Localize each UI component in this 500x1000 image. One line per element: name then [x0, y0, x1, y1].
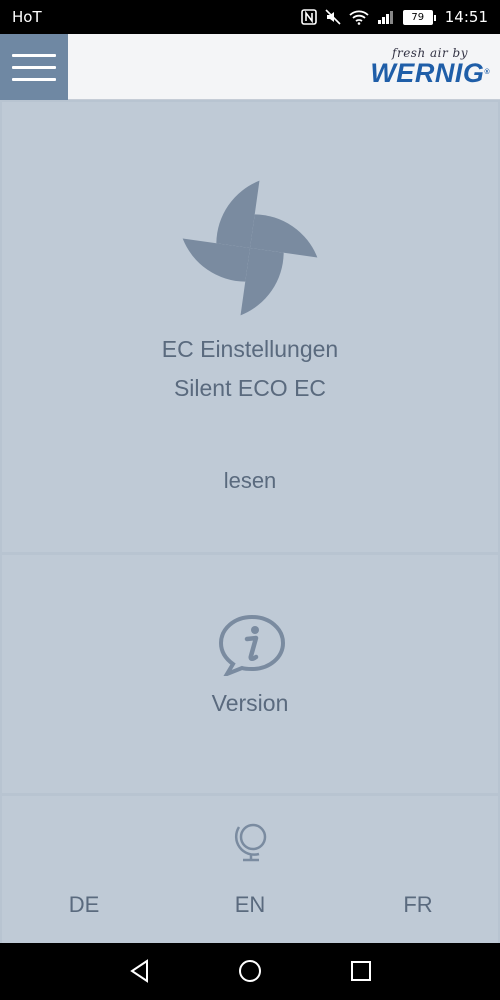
nfc-icon — [300, 9, 317, 25]
battery-icon: 79 — [402, 9, 436, 25]
status-icons: 79 14:51 — [300, 8, 488, 26]
signal-icon — [377, 9, 395, 25]
version-panel[interactable]: Version — [2, 555, 498, 793]
version-label: Version — [211, 690, 289, 716]
navigation-bar — [0, 943, 500, 1000]
app-header: fresh air by WERNIG® — [0, 34, 500, 100]
wifi-icon — [349, 9, 369, 25]
back-icon[interactable] — [127, 958, 153, 984]
menu-button[interactable] — [0, 34, 68, 100]
carrier-name: HoT — [12, 8, 42, 26]
registered-mark: ® — [484, 69, 490, 76]
info-icon — [218, 614, 286, 676]
brand-wordmark: WERNIG — [370, 58, 485, 88]
language-en-button[interactable]: EN — [210, 892, 290, 918]
hamburger-icon-bar — [12, 53, 56, 57]
brand-logo: fresh air by WERNIG® — [370, 46, 490, 88]
globe-icon — [234, 823, 267, 862]
ec-settings-panel[interactable]: EC Einstellungen Silent ECO EC lesen — [2, 102, 498, 552]
language-panel: DE EN FR — [2, 796, 498, 943]
recent-apps-icon[interactable] — [348, 958, 374, 984]
status-bar: HoT 79 14:51 — [0, 0, 500, 34]
hamburger-icon-bar — [12, 65, 56, 69]
main-content: EC Einstellungen Silent ECO EC lesen Ver… — [0, 100, 500, 943]
mute-icon — [325, 9, 341, 25]
read-button[interactable]: lesen — [2, 468, 498, 494]
language-de-button[interactable]: DE — [44, 892, 124, 918]
clock: 14:51 — [444, 8, 488, 26]
ec-settings-title: EC Einstellungen — [161, 336, 339, 362]
home-icon[interactable] — [237, 958, 263, 984]
brand-name: WERNIG® — [370, 58, 490, 88]
fan-icon — [182, 180, 318, 316]
ec-device-name: Silent ECO EC — [173, 375, 327, 401]
hamburger-icon-bar — [12, 77, 56, 81]
language-fr-button[interactable]: FR — [378, 892, 458, 918]
